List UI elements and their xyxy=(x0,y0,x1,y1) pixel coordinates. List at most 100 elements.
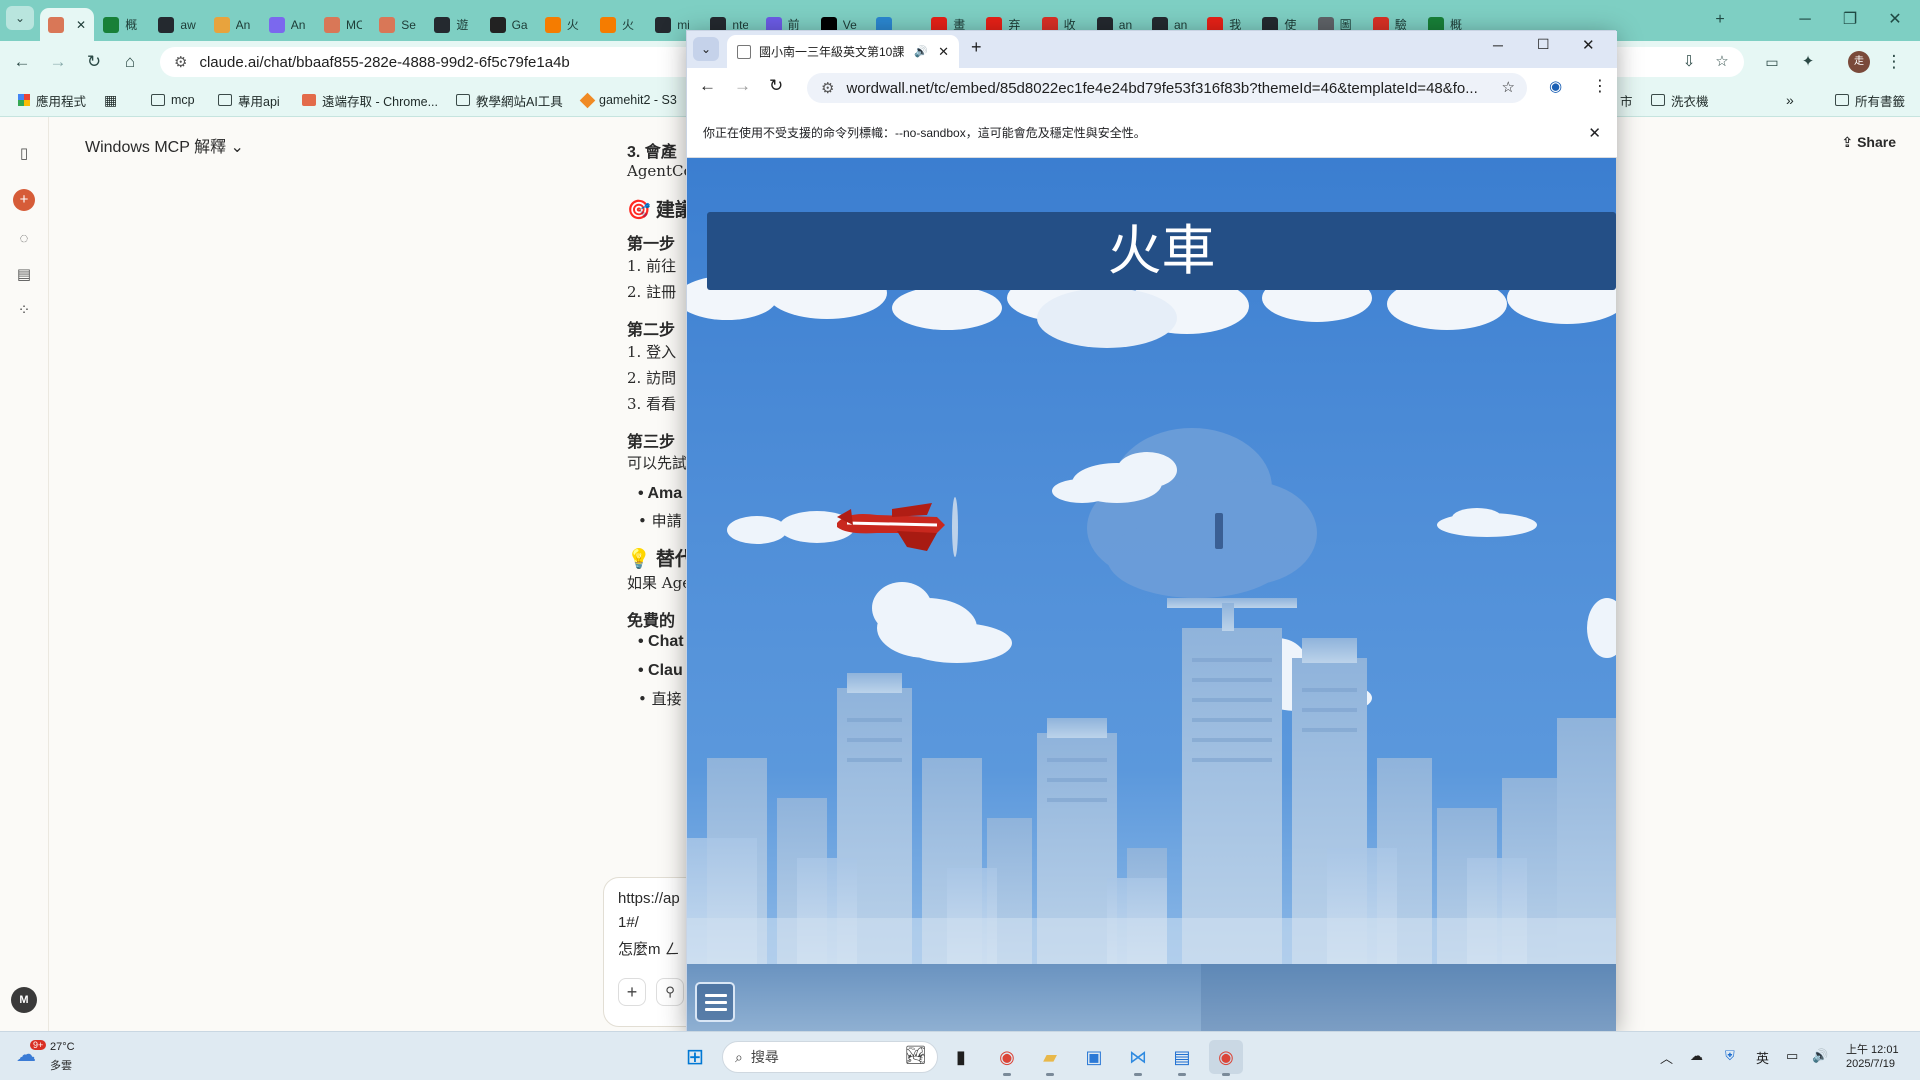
menu-kebab-icon[interactable]: ⋮ xyxy=(1592,76,1608,96)
task-view-icon[interactable]: ▮ xyxy=(944,1040,978,1074)
tab-search-button[interactable]: ⌄ xyxy=(693,37,719,61)
reload-button[interactable]: ↻ xyxy=(769,76,783,96)
browser-tab[interactable]: An xyxy=(261,8,315,41)
tab-label: 概 xyxy=(125,18,138,32)
browser-tab[interactable]: Ga xyxy=(482,8,536,41)
avatar[interactable]: M xyxy=(11,987,37,1013)
back-button[interactable]: ← xyxy=(699,76,716,96)
popup-browser-window: ⌄ 國小南一三年級英文第10課 🔊 ✕ + ─ ☐ ✕ ← → ↻ ⚙ word… xyxy=(686,30,1617,1032)
bookmark-label: 遠端存取 - Chrome... xyxy=(322,94,438,109)
extensions-icon[interactable]: ✦ xyxy=(1794,48,1822,76)
maximize-button[interactable]: ❐ xyxy=(1830,8,1870,32)
new-chat-icon[interactable]: + xyxy=(13,189,35,211)
input-text-line: 1#/ xyxy=(618,914,639,931)
browser-tab[interactable]: 火 xyxy=(592,8,646,41)
home-button[interactable]: ⌂ xyxy=(116,48,144,76)
browser-tab[interactable]: Se xyxy=(371,8,425,41)
tab-search-button[interactable]: ⌄ xyxy=(6,6,34,30)
claude-icon xyxy=(379,16,396,33)
chrome-active-icon[interactable]: ◉ xyxy=(1209,1040,1243,1076)
browser-tab[interactable]: An xyxy=(206,8,260,41)
network-icon[interactable]: ▭ xyxy=(1786,1048,1798,1064)
weather-temp[interactable]: 27°C xyxy=(50,1041,75,1053)
bookmark-remote[interactable]: 遠端存取 - Chrome... xyxy=(302,90,438,110)
claude-icon xyxy=(324,16,340,33)
defender-icon[interactable]: ⛨ xyxy=(1725,1048,1735,1064)
forward-button[interactable]: → xyxy=(44,48,72,76)
tab-title: 國小南一三年級英文第10課 xyxy=(759,45,905,59)
close-tab-icon[interactable]: ✕ xyxy=(938,44,949,60)
address-bar[interactable]: ⚙ wordwall.net/tc/embed/85d8022ec1fe4e24… xyxy=(807,73,1527,103)
vscode-icon[interactable]: ⋈ xyxy=(1121,1040,1155,1076)
attach-plus-button[interactable]: + xyxy=(618,978,646,1006)
message-line: • Clau xyxy=(638,662,683,679)
answer-slot-left[interactable] xyxy=(687,964,1201,1032)
start-button[interactable]: ⊞ xyxy=(678,1040,712,1074)
profile-avatar[interactable]: 走 xyxy=(1848,51,1870,73)
cast-icon[interactable]: ▭ xyxy=(1758,48,1786,76)
weather-desc[interactable]: 多雲 xyxy=(50,1057,72,1073)
infobar-close-icon[interactable]: ✕ xyxy=(1588,124,1601,142)
bookmark-gamehit[interactable]: gamehit2 - S3 xyxy=(579,90,677,110)
bookmark-star-icon[interactable]: ☆ xyxy=(1708,48,1736,76)
close-window-button[interactable]: ✕ xyxy=(1582,36,1595,54)
share-button[interactable]: ⇪ Share xyxy=(1841,134,1896,151)
menu-kebab-icon[interactable]: ⋮ xyxy=(1880,48,1908,76)
profile-icon[interactable]: ◉ xyxy=(1549,77,1562,95)
bookmark-mcp[interactable]: mcp xyxy=(151,90,195,110)
bookmark-ai-tools[interactable]: 教學網站AI工具 xyxy=(456,90,563,110)
onedrive-icon[interactable]: ☁ xyxy=(1690,1048,1703,1064)
file-explorer-icon[interactable]: ▰ xyxy=(1033,1040,1067,1076)
popup-tab[interactable]: 國小南一三年級英文第10課 🔊 ✕ xyxy=(727,35,959,68)
more-bookmarks-icon[interactable]: » xyxy=(1786,90,1794,110)
audio-playing-icon[interactable]: 🔊 xyxy=(914,45,928,58)
back-button[interactable]: ← xyxy=(8,48,36,76)
all-bookmarks[interactable]: 所有書籤 xyxy=(1835,90,1905,110)
projects-icon[interactable]: ▤ xyxy=(14,265,34,285)
install-app-icon[interactable]: ⇩ xyxy=(1675,48,1703,76)
chats-icon[interactable]: ◌ xyxy=(14,229,34,249)
site-info-icon[interactable]: ⚙ xyxy=(821,79,834,97)
close-window-button[interactable]: ✕ xyxy=(1875,8,1915,32)
sidebar-toggle-icon[interactable]: ▯ xyxy=(14,144,34,164)
clock-time[interactable]: 上午 12:01 xyxy=(1846,1041,1899,1057)
ime-indicator[interactable]: 英 xyxy=(1756,1048,1769,1067)
chat-title-dropdown[interactable]: Windows MCP 解釋 ⌄ xyxy=(85,133,244,157)
bookmark-market[interactable]: 市 xyxy=(1620,90,1633,110)
browser-tab[interactable]: MC xyxy=(316,8,370,41)
message-line: 3. 看看 xyxy=(627,395,677,413)
minimize-button[interactable]: ─ xyxy=(1785,8,1825,32)
clock-date[interactable]: 2025/7/19 xyxy=(1846,1058,1895,1070)
maximize-button[interactable]: ☐ xyxy=(1537,36,1550,53)
close-tab-icon[interactable]: ✕ xyxy=(76,18,86,32)
bookmark-label: 洗衣機 xyxy=(1671,94,1709,109)
forward-button[interactable]: → xyxy=(734,76,751,96)
browser-tab[interactable]: ✕ xyxy=(40,8,94,41)
new-tab-button[interactable]: + xyxy=(1700,8,1740,32)
artifacts-icon[interactable]: ⁘ xyxy=(14,301,34,321)
new-tab-button[interactable]: + xyxy=(971,37,982,58)
tools-settings-button[interactable]: ⚲ xyxy=(656,978,684,1006)
browser-tab[interactable]: aw xyxy=(150,8,204,41)
remote-desktop-icon[interactable]: ▣ xyxy=(1077,1040,1111,1074)
game-menu-button[interactable] xyxy=(695,982,735,1022)
wordwall-game-area[interactable]: 火車 xyxy=(687,158,1616,1032)
browser-tab[interactable]: 火 xyxy=(537,8,591,41)
message-line: 如果 Age xyxy=(627,574,692,592)
bookmark-api[interactable]: 專用api xyxy=(218,90,280,110)
volume-icon[interactable]: 🔊 xyxy=(1812,1048,1828,1064)
bookmark-apps[interactable]: 應用程式 xyxy=(18,90,86,110)
notepad-icon[interactable]: ▤ xyxy=(1165,1040,1199,1076)
tab-groups-icon[interactable]: ▦ xyxy=(104,90,117,110)
browser-tab[interactable]: 遊 xyxy=(426,8,480,41)
minimize-button[interactable]: ─ xyxy=(1493,37,1503,53)
chrome-icon[interactable]: ◉ xyxy=(990,1040,1024,1076)
answer-slot-right[interactable] xyxy=(1201,964,1616,1032)
bookmark-star-icon[interactable]: ☆ xyxy=(1502,78,1515,96)
taskbar-search[interactable]: ⌕ 搜尋 🏞 xyxy=(722,1041,938,1073)
bookmark-washer[interactable]: 洗衣機 xyxy=(1651,90,1709,110)
reload-button[interactable]: ↻ xyxy=(80,48,108,76)
show-hidden-icons[interactable]: ︿ xyxy=(1660,1048,1673,1067)
browser-tab[interactable]: 概 xyxy=(95,8,149,41)
site-info-icon[interactable]: ⚙ xyxy=(174,53,187,71)
